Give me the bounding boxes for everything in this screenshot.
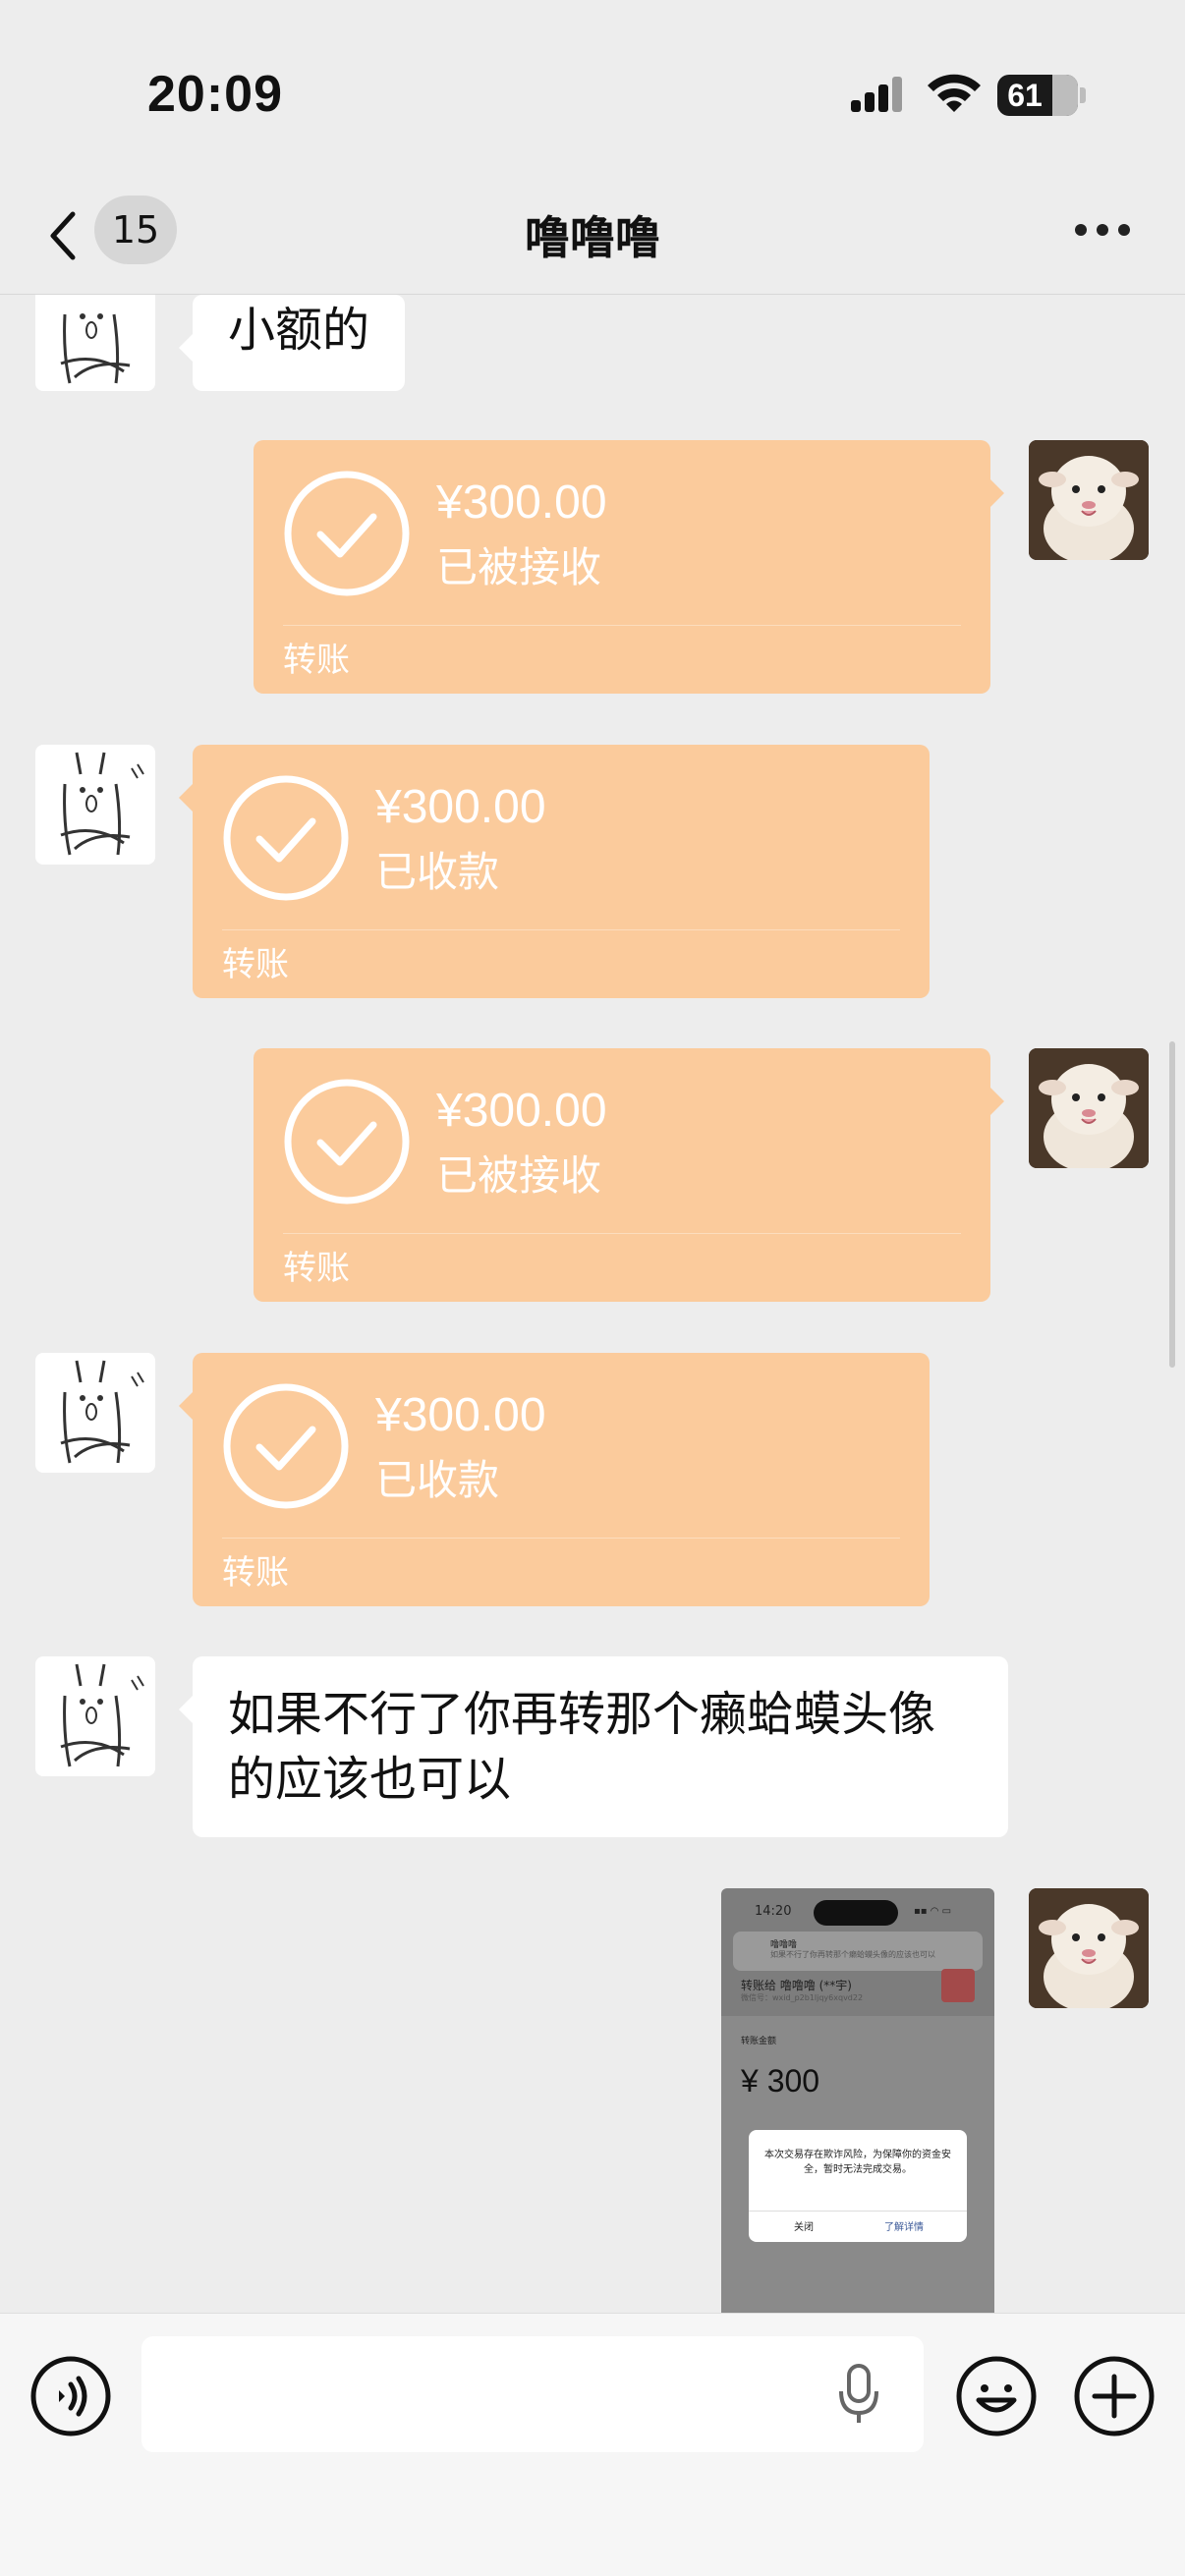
thumb-close-label: 关闭 [794, 2222, 814, 2233]
checkmark-circle-icon [284, 1079, 410, 1204]
thumb-dialog-divider [749, 2211, 967, 2212]
bunny-avatar-icon [60, 1360, 144, 1464]
transfer-status: 已被接收 [436, 543, 602, 591]
transfer-status: 已被接收 [436, 1151, 602, 1200]
divider [283, 1233, 961, 1234]
more-options-icon[interactable] [1071, 222, 1134, 238]
bunny-avatar-icon [60, 313, 131, 384]
sheep-avatar-icon [1029, 1048, 1149, 1168]
divider [222, 929, 900, 930]
checkmark-circle-icon [223, 775, 349, 901]
transfer-label: 转账 [283, 641, 350, 680]
thumb-amount-label: 转账金额 [741, 2037, 777, 2046]
message-text-line: 如果不行了你再转那个癞蛤蟆头像 [228, 1687, 936, 1742]
divider [283, 625, 961, 626]
battery-level: 61 [1007, 78, 1043, 113]
thumb-time: 14:20 [755, 1904, 792, 1919]
transfer-label: 转账 [283, 1249, 350, 1288]
image-message-thumbnail[interactable]: 14:20 ▪▪ ◠ ▭ 噜噜噜 如果不行了你再转那个癞蛤蟆头像的应该也可以 转… [721, 1888, 994, 2313]
battery-icon: 61 [997, 75, 1078, 116]
transfer-amount: ¥300.00 [375, 781, 546, 833]
thumb-amount: ¥ 300 [741, 2063, 820, 2099]
transfer-amount: ¥300.00 [436, 1085, 607, 1137]
status-time: 20:09 [147, 66, 283, 123]
transfer-label: 转账 [222, 1553, 289, 1593]
add-more-icon[interactable] [1073, 2355, 1156, 2437]
status-bar: 20:09 61 [0, 0, 1185, 177]
battery-cap [1080, 87, 1086, 103]
contact-avatar[interactable] [35, 1656, 155, 1776]
chat-title: 噜噜噜 [525, 211, 660, 264]
transfer-card-received[interactable]: ¥300.00 已收款 转账 [179, 1353, 930, 1606]
transfer-card-sent[interactable]: ¥300.00 已被接收 转账 [254, 1048, 1004, 1302]
bunny-avatar-icon [60, 752, 144, 856]
transfer-card-received[interactable]: ¥300.00 已收款 转账 [179, 745, 930, 998]
microphone-icon[interactable] [837, 2362, 880, 2427]
checkmark-circle-icon [223, 1383, 349, 1509]
scrollbar[interactable] [1169, 1041, 1175, 1368]
voice-mode-icon[interactable] [29, 2355, 112, 2437]
message-text-line: 的应该也可以 [228, 1752, 512, 1807]
thumb-dynamic-island [814, 1900, 898, 1926]
transfer-card-sent[interactable]: ¥300.00 已被接收 转账 [254, 440, 1004, 694]
thumb-wechat-id: 微信号：wxid_p2b1ljqy6xqvd22 [741, 1993, 864, 2002]
thumb-dialog-text: 本次交易存在欺诈风险，为保障你的资金安全，暂时无法完成交易。 [764, 2150, 951, 2175]
transfer-status: 已收款 [375, 848, 500, 896]
thumb-transfer-to: 转账给 噜噜噜 (**宇) [741, 1979, 852, 1992]
self-avatar[interactable] [1029, 440, 1149, 560]
thumb-risk-dialog: 本次交易存在欺诈风险，为保障你的资金安全，暂时无法完成交易。 关闭 了解详情 [749, 2130, 967, 2242]
message-text: 小额的 [228, 303, 370, 358]
sheep-avatar-icon [1029, 440, 1149, 560]
checkmark-circle-icon [284, 471, 410, 596]
divider [222, 1538, 900, 1539]
message-bubble[interactable]: 小额的 [178, 295, 406, 391]
self-avatar[interactable] [1029, 1048, 1149, 1168]
thumb-learn-more-label: 了解详情 [884, 2222, 924, 2233]
message-bubble[interactable]: 如果不行了你再转那个癞蛤蟆头像 的应该也可以 [179, 1656, 1008, 1837]
sheep-avatar-icon [1029, 1888, 1149, 2008]
transfer-label: 转账 [222, 945, 289, 984]
contact-avatar[interactable] [35, 745, 155, 865]
contact-avatar[interactable] [35, 295, 155, 391]
thumb-recipient-avatar [941, 1969, 975, 2002]
thumb-status-icons: ▪▪ ◠ ▭ [914, 1906, 952, 1917]
bunny-avatar-icon [60, 1663, 144, 1767]
transfer-amount: ¥300.00 [375, 1389, 546, 1441]
emoji-icon[interactable] [955, 2355, 1038, 2437]
contact-avatar[interactable] [35, 1353, 155, 1473]
message-input[interactable] [141, 2336, 924, 2452]
thumb-notification-body: 如果不行了你再转那个癞蛤蟆头像的应该也可以 [770, 1950, 935, 1959]
transfer-status: 已收款 [375, 1456, 500, 1504]
self-avatar[interactable] [1029, 1888, 1149, 2008]
cellular-signal-icon [851, 77, 902, 112]
wifi-icon [928, 74, 981, 112]
transfer-amount: ¥300.00 [436, 476, 607, 529]
